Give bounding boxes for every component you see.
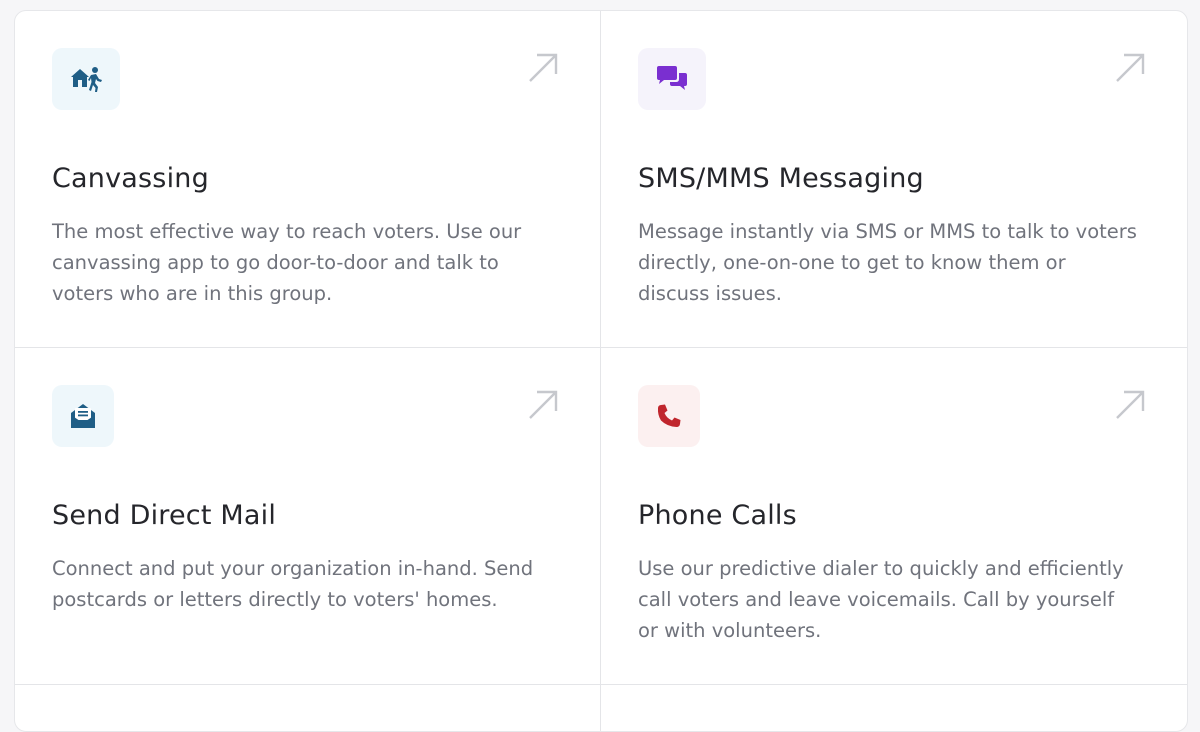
arrow-up-right-icon <box>1116 53 1145 82</box>
outreach-options-grid: Canvassing The most effective way to rea… <box>15 11 1187 731</box>
card-title: Send Direct Mail <box>52 500 277 531</box>
arrow-up-right-icon <box>529 53 558 82</box>
next-row-card-left <box>15 685 601 731</box>
card-description: The most effective way to reach voters. … <box>52 220 522 305</box>
messaging-icon-tile <box>638 48 706 110</box>
arrow-up-right-icon <box>529 390 558 419</box>
send-direct-mail-card[interactable]: Send Direct Mail Connect and put your or… <box>15 348 601 685</box>
mail-icon-tile <box>52 385 114 447</box>
card-description: Use our predictive dialer to quickly and… <box>638 557 1124 642</box>
card-title: Phone Calls <box>638 500 797 531</box>
open-envelope-icon <box>71 404 95 428</box>
sms-mms-messaging-card[interactable]: SMS/MMS Messaging Message instantly via … <box>601 11 1187 348</box>
canvassing-icon-tile <box>52 48 120 110</box>
phone-calls-card[interactable]: Phone Calls Use our predictive dialer to… <box>601 348 1187 685</box>
card-title: Canvassing <box>52 163 209 194</box>
card-title: SMS/MMS Messaging <box>638 163 924 194</box>
phone-icon-tile <box>638 385 700 447</box>
card-description: Connect and put your organization in-han… <box>52 557 534 611</box>
door-knocking-person-icon <box>71 67 102 92</box>
arrow-up-right-icon <box>1116 390 1145 419</box>
canvassing-card[interactable]: Canvassing The most effective way to rea… <box>15 11 601 348</box>
outreach-options-panel: Canvassing The most effective way to rea… <box>14 10 1188 732</box>
chat-bubbles-icon <box>657 66 687 90</box>
phone-icon <box>657 404 681 427</box>
next-row-card-right <box>601 685 1187 731</box>
card-description: Message instantly via SMS or MMS to talk… <box>638 220 1137 305</box>
